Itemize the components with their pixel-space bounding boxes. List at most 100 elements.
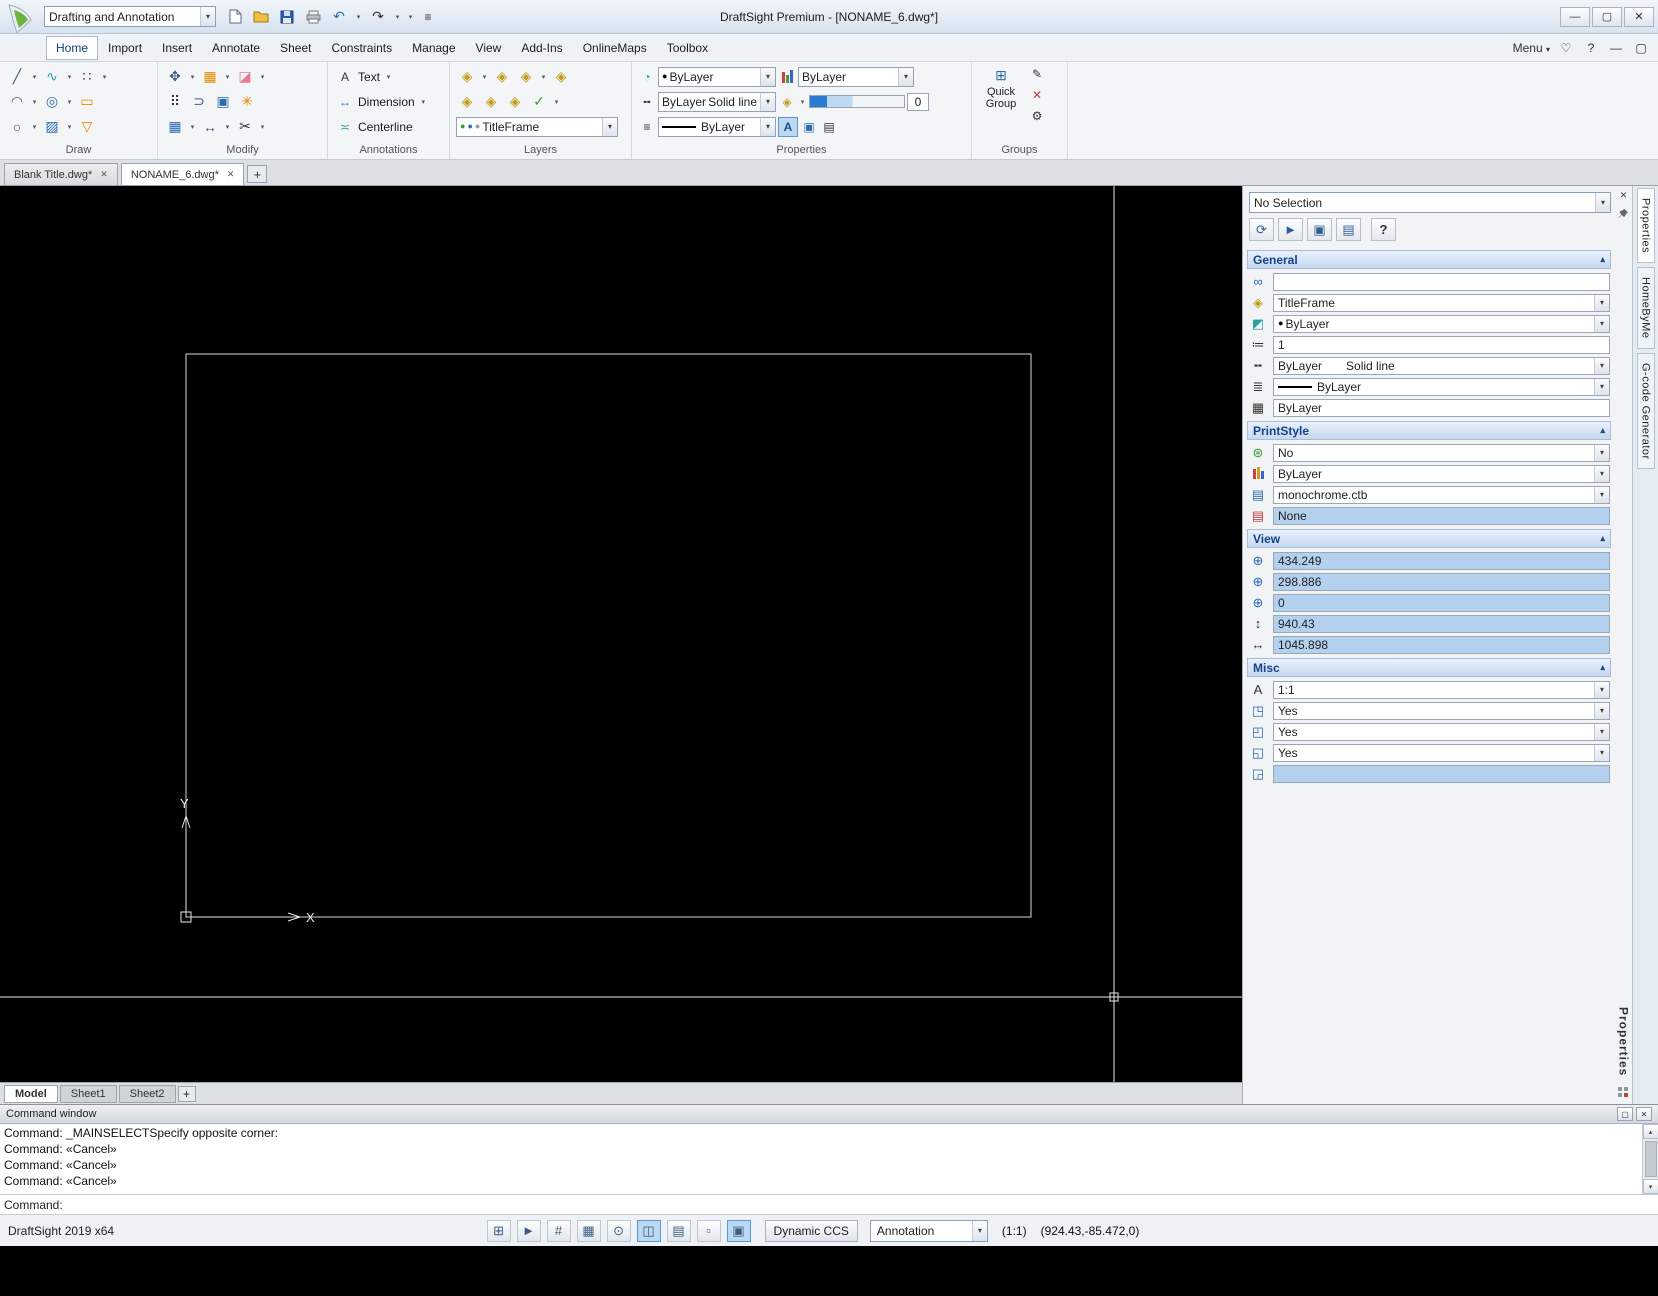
layer-tools-dropdown-icon[interactable]: ▾ [798, 92, 807, 112]
edit-pattern-tool-button[interactable]: ⠿ [164, 91, 186, 113]
close-tab-icon[interactable]: ✕ [227, 169, 235, 180]
properties-painter-button[interactable]: ▣ [212, 91, 234, 113]
chevron-down-icon[interactable]: ▾ [602, 117, 617, 136]
pin-icon[interactable] [1617, 206, 1631, 220]
chevron-down-icon[interactable]: ▾ [1594, 723, 1609, 740]
annotation-scale-combo[interactable]: Annotation ▾ [869, 1219, 988, 1242]
line-color-combo[interactable]: ● ByLayer ▾ [1273, 314, 1610, 333]
chevron-down-icon[interactable]: ▾ [1594, 744, 1609, 761]
chevron-down-icon[interactable]: ▾ [1594, 378, 1609, 395]
ucs-per-view-combo[interactable]: Yes ▾ [1273, 743, 1610, 762]
select-cycle-button[interactable]: ⟳ [1249, 218, 1274, 241]
scroll-up-icon[interactable]: ▴ [1642, 1124, 1658, 1139]
tab-home[interactable]: Home [46, 35, 99, 60]
chevron-down-icon[interactable]: ▾ [1594, 294, 1609, 311]
document-tab-noname6[interactable]: NONAME_6.dwg* ✕ [120, 163, 245, 185]
command-window-titlebar[interactable]: Command window ▢ ✕ [0, 1105, 1658, 1124]
command-scrollbar[interactable]: ▴ ▾ [1642, 1124, 1658, 1194]
help-icon[interactable]: ? [1582, 41, 1600, 55]
command-input[interactable]: Command: [0, 1195, 1658, 1214]
layers-manager-button[interactable]: ◈ [456, 66, 478, 88]
palette-tab-homebyme[interactable]: HomeByMe [1636, 267, 1655, 349]
chevron-down-icon[interactable]: ▾ [898, 67, 913, 86]
tab-toolbox[interactable]: Toolbox [657, 36, 718, 60]
quick-select-button[interactable]: ▤ [1336, 218, 1361, 241]
minimize-button[interactable]: — [1560, 6, 1590, 27]
section-header-view[interactable]: View ▴ [1247, 529, 1611, 548]
layer-freeze-button[interactable]: ◈ [550, 66, 572, 88]
annotation-visibility-toggle[interactable]: A [778, 116, 798, 137]
dynamic-ccs-button[interactable]: Dynamic CCS [764, 1219, 858, 1242]
float-window-icon[interactable]: ▢ [1617, 1107, 1633, 1121]
restore-document-icon[interactable]: ▢ [1632, 41, 1650, 55]
spline-dropdown-icon[interactable]: ▾ [65, 67, 74, 87]
tab-import[interactable]: Import [98, 36, 152, 60]
lineweight-combo[interactable]: ByLayer ▾ [798, 66, 914, 87]
pattern-tool-button[interactable]: ▦ [164, 116, 186, 138]
chevron-down-icon[interactable]: ▾ [200, 7, 215, 26]
tab-annotate[interactable]: Annotate [202, 36, 270, 60]
move-dropdown-icon[interactable]: ▾ [188, 67, 197, 87]
move-tool-button[interactable]: ✥ [164, 66, 186, 88]
qat-customize-icon[interactable]: ▾ [406, 7, 415, 27]
group-settings-button[interactable]: ⚙ [1028, 106, 1046, 126]
drawing-canvas[interactable]: Y X [0, 186, 1242, 1082]
arc-dropdown-icon[interactable]: ▾ [30, 92, 39, 112]
annotation-add-scale-button[interactable]: ▣ [800, 117, 818, 137]
favorites-heart-icon[interactable]: ♡ [1557, 41, 1575, 55]
sheet-tab-sheet1[interactable]: Sheet1 [59, 1084, 117, 1103]
scroll-down-icon[interactable]: ▾ [1642, 1179, 1658, 1194]
esnap-settings-toggle[interactable]: ▤ [666, 1219, 691, 1242]
explode-tool-button[interactable]: ✳ [236, 91, 258, 113]
edit-group-button[interactable]: ✎ [1028, 64, 1046, 84]
tab-view[interactable]: View [466, 36, 512, 60]
chevron-down-icon[interactable]: ▾ [1594, 315, 1609, 332]
chevron-down-icon[interactable]: ▾ [760, 67, 775, 86]
restore-button[interactable]: ▢ [1592, 6, 1622, 27]
lineweight-number[interactable]: 0 [907, 92, 929, 111]
palette-tab-properties[interactable]: Properties [1636, 188, 1655, 264]
point-dropdown-icon[interactable]: ▾ [100, 67, 109, 87]
arc-tool-button[interactable]: ◠ [6, 91, 28, 113]
document-tab-blank-title[interactable]: Blank Title.dwg* ✕ [4, 163, 118, 185]
drawn-rectangle[interactable] [185, 353, 1032, 918]
quick-group-button[interactable]: ⊞ Quick Group [978, 64, 1024, 142]
close-tab-icon[interactable]: ✕ [100, 169, 108, 180]
grid-toggle[interactable]: # [546, 1219, 571, 1242]
point-tool-button[interactable]: ∷ [76, 66, 98, 88]
line-dropdown-icon[interactable]: ▾ [30, 67, 39, 87]
select-entities-button[interactable]: ► [1278, 218, 1303, 241]
collapse-icon[interactable]: ▴ [1600, 425, 1605, 436]
entity-snaps-toggle[interactable]: ⊞ [486, 1219, 511, 1242]
hyperlink-field[interactable] [1273, 272, 1610, 291]
tab-manage[interactable]: Manage [402, 36, 465, 60]
offset-tool-button[interactable]: ⊃ [188, 91, 210, 113]
scrollbar-thumb[interactable] [1644, 1141, 1657, 1177]
printstyle-combo[interactable]: ByLayer ▾ [1273, 464, 1610, 483]
hatch-tool-button[interactable]: ▨ [41, 116, 63, 138]
chevron-down-icon[interactable]: ▾ [1594, 357, 1609, 374]
close-command-window-icon[interactable]: ✕ [1636, 1107, 1652, 1121]
chevron-down-icon[interactable]: ▾ [1594, 444, 1609, 461]
undo-dropdown-icon[interactable]: ▾ [354, 7, 363, 27]
layer-isolate-button[interactable]: ◈ [515, 66, 537, 88]
chevron-down-icon[interactable]: ▾ [760, 92, 775, 111]
layer-lock-button[interactable]: ◈ [504, 91, 526, 113]
select-window-button[interactable]: ▣ [1307, 218, 1332, 241]
trim-dropdown-icon[interactable]: ▾ [258, 117, 267, 137]
command-history[interactable]: Command: _MAINSELECTSpecify opposite cor… [0, 1124, 1658, 1195]
close-palette-icon[interactable]: ✕ [1617, 188, 1631, 202]
lineweight-slider[interactable] [809, 95, 905, 108]
rectangle-tool-button[interactable]: ▭ [76, 91, 98, 113]
linecolor-icon[interactable]: ◔ [638, 67, 656, 87]
layer-tools-icon[interactable]: ◈ [778, 92, 796, 112]
chevron-down-icon[interactable]: ▾ [1594, 681, 1609, 698]
palette-options-icon[interactable] [1617, 1086, 1631, 1100]
layers-manager-dropdown-icon[interactable]: ▾ [480, 67, 489, 87]
ucs-icon-on-combo[interactable]: Yes ▾ [1273, 701, 1610, 720]
collapse-icon[interactable]: ▴ [1600, 662, 1605, 673]
transparency-field[interactable]: ByLayer [1273, 398, 1610, 417]
annotation-list-button[interactable]: ▤ [820, 117, 838, 137]
section-header-general[interactable]: General ▴ [1247, 250, 1611, 269]
entity-track-toggle[interactable]: ▫ [696, 1219, 721, 1242]
